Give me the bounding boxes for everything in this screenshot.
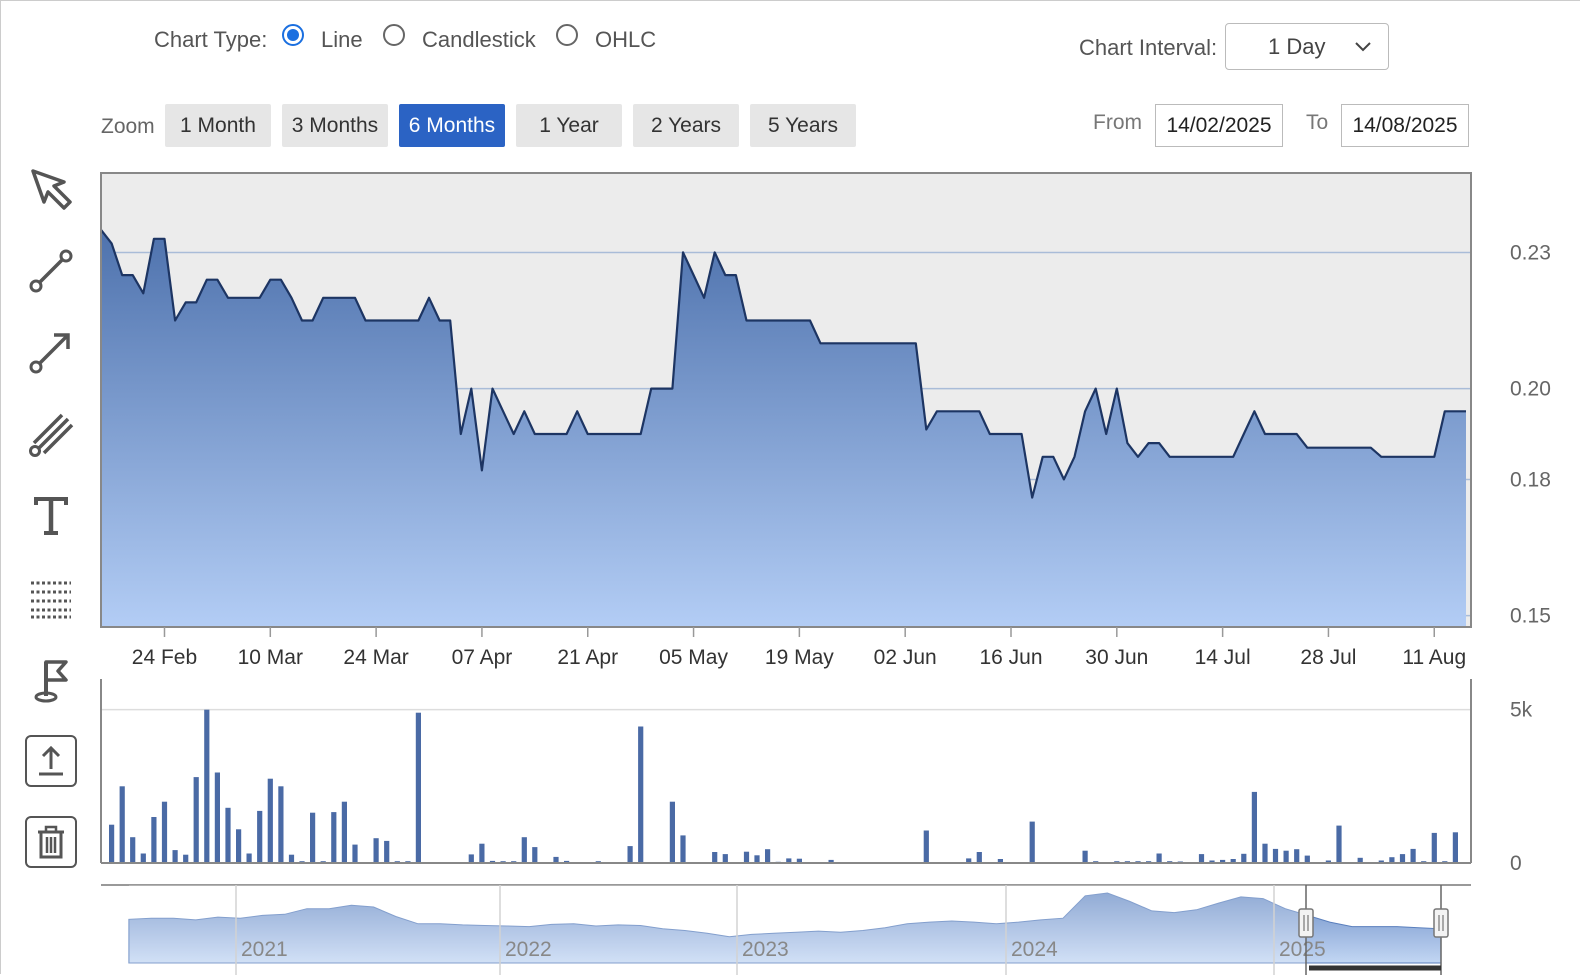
price-x-tick-label: 02 Jun [874,646,937,669]
volume-bar [214,772,220,863]
volume-bar [1156,853,1162,863]
volume-bar [743,851,750,863]
volume-bar [1251,791,1257,863]
price-x-tick-label: 19 May [765,646,834,669]
volume-bar [267,778,273,863]
volume-bar [288,854,295,863]
volume-plot-background [101,679,1471,863]
volume-bar [1262,843,1268,863]
price-x-tick-label: 11 Aug [1402,646,1466,669]
volume-bar [765,849,771,863]
volume-bar [712,852,718,863]
volume-bar [140,853,146,863]
price-y-tick-label: 0.18 [1510,468,1551,491]
price-x-tick-label: 24 Mar [343,646,408,669]
price-x-tick-label: 14 Jul [1195,646,1251,669]
price-y-tick-label: 0.20 [1510,378,1551,401]
volume-bar [373,838,379,863]
price-x-tick-label: 05 May [659,646,728,669]
volume-bar [1029,821,1035,863]
volume-bar [1304,855,1310,863]
volume-bar [638,726,644,863]
volume-bar [1399,854,1406,863]
volume-bar [161,801,168,863]
price-x-tick-label: 30 Jun [1085,646,1148,669]
volume-bar [1431,832,1437,863]
navigator-right-handle[interactable] [1433,908,1449,938]
volume-bar [532,847,538,863]
navigator-year-label: 2024 [1011,938,1058,961]
volume-bar [1241,853,1247,863]
volume-bar [341,801,347,863]
volume-bar [1272,848,1279,863]
price-x-tick-label: 24 Feb [132,646,197,669]
volume-bar [1082,850,1088,863]
navigator-left-handle[interactable] [1298,908,1314,938]
price-x-tick-label: 28 Jul [1300,646,1356,669]
navigator-year-label: 2021 [241,938,288,961]
volume-bar [151,817,157,863]
volume-bar [310,812,316,863]
navigator-outside-mask [129,885,1306,975]
volume-bar [669,801,675,863]
stock-chart[interactable]: 0.23 0.20 0.18 0.15 24 Feb 10 Mar 24 Mar 07 Ap… [1,1,1580,975]
volume-bar [236,829,242,863]
volume-bar [109,824,115,863]
volume-bar [257,810,263,863]
volume-bar [172,850,178,863]
volume-bar [722,854,728,863]
price-x-tick-label: 10 Mar [238,646,303,669]
volume-bar [352,844,358,863]
volume-bar [1452,832,1458,863]
volume-bar [923,830,929,863]
volume-bar [1336,825,1342,863]
volume-bar [225,807,231,863]
volume-bar [246,853,252,863]
volume-bar [680,835,686,863]
price-x-tick-label: 07 Apr [452,646,513,669]
volume-bar [278,786,284,863]
volume-bar [130,837,136,863]
price-y-tick-label: 0.15 [1510,605,1551,628]
navigator-year-label: 2025 [1279,938,1326,961]
price-x-tick-label: 21 Apr [557,646,618,669]
navigator-year-label: 2023 [742,938,789,961]
volume-bar [976,852,982,863]
volume-bar [119,786,125,863]
volume-bar [754,855,760,863]
volume-bar [384,840,390,863]
price-y-tick-label: 0.23 [1510,241,1551,264]
volume-bar [1283,850,1289,863]
volume-bar [1410,848,1416,863]
volume-y-tick-label: 0 [1510,852,1522,875]
navigator-year-label: 2022 [505,938,552,961]
volume-bar [627,846,633,863]
volume-bar [193,777,199,863]
volume-bar [1294,849,1300,863]
volume-bar [521,837,527,863]
volume-bar [204,709,210,863]
volume-y-tick-label: 5k [1510,699,1533,722]
price-x-tick-label: 16 Jun [979,646,1042,669]
volume-bar [468,854,474,863]
volume-bar [479,843,485,863]
volume-bar [1198,854,1205,863]
volume-bar [183,854,189,863]
volume-bar [331,812,337,863]
volume-bar [415,712,421,863]
